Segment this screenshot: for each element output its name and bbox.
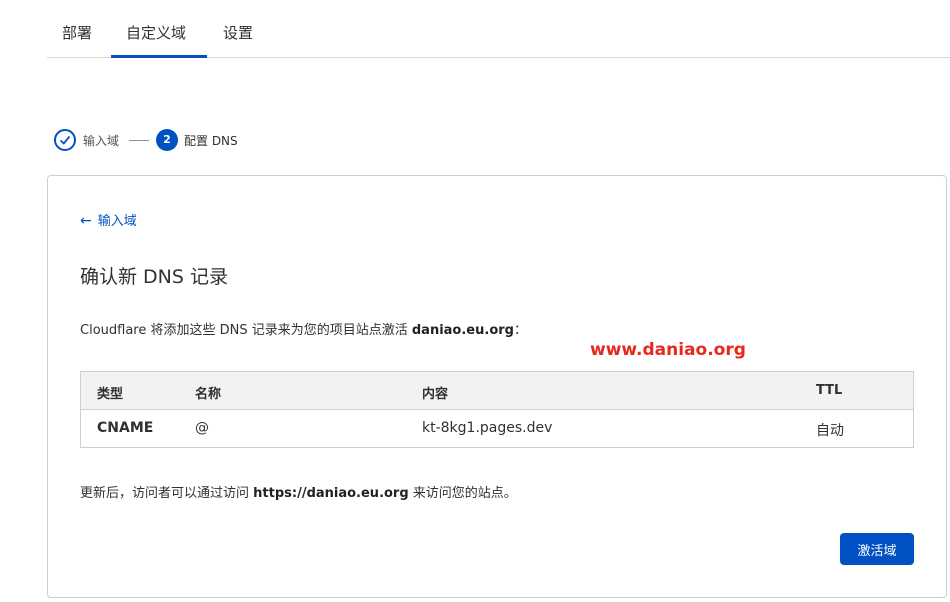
update-note: 更新后，访问者可以通过访问 https://daniao.eu.org 来访问您…	[80, 482, 517, 501]
dns-confirm-card: ← 输入域 确认新 DNS 记录 Cloudflare 将添加这些 DNS 记录来…	[47, 175, 947, 598]
tab-bar: 部署 自定义域 设置	[47, 0, 950, 58]
description: Cloudflare 将添加这些 DNS 记录来为您的项目站点激活 daniao…	[80, 319, 527, 338]
cell-type: CNAME	[97, 420, 154, 436]
description-domain: daniao.eu.org	[411, 323, 514, 338]
card-title: 确认新 DNS 记录	[80, 266, 228, 288]
note-url: https://daniao.eu.org	[253, 486, 409, 501]
step-2-number: 2	[156, 129, 178, 151]
tab-settings[interactable]: 设置	[223, 0, 253, 58]
header-type: 类型	[97, 387, 124, 402]
cell-ttl: 自动	[816, 423, 844, 439]
back-link[interactable]: ← 输入域	[80, 210, 137, 229]
active-tab-indicator	[111, 55, 207, 58]
note-prefix: 更新后，访问者可以通过访问	[80, 486, 254, 501]
tab-deploy[interactable]: 部署	[62, 0, 92, 58]
back-link-label: 输入域	[97, 214, 137, 229]
header-content: 内容	[422, 387, 449, 402]
stepper: 输入域 2 配置 DNS	[54, 129, 354, 151]
table-header: 类型 名称 内容 TTL	[81, 372, 913, 410]
step-connector	[129, 140, 149, 141]
header-ttl: TTL	[816, 383, 843, 398]
arrow-left-icon: ←	[80, 213, 92, 229]
watermark-text: www.daniao.org	[590, 340, 746, 360]
check-icon	[54, 129, 76, 151]
cell-name: @	[195, 420, 209, 436]
cell-content: kt-8kg1.pages.dev	[422, 420, 553, 436]
activate-domain-button[interactable]: 激活域	[840, 533, 914, 565]
description-prefix: Cloudflare 将添加这些 DNS 记录来为您的项目站点激活	[80, 323, 412, 338]
description-suffix: ：	[513, 323, 527, 338]
dns-records-table: 类型 名称 内容 TTL CNAME @ kt-8kg1.pages.dev 自…	[80, 371, 914, 448]
header-name: 名称	[195, 387, 222, 402]
step-2-label: 配置 DNS	[184, 134, 238, 148]
table-row: CNAME @ kt-8kg1.pages.dev 自动	[81, 410, 913, 448]
step-1-label: 输入域	[83, 134, 120, 148]
note-suffix: 来访问您的站点。	[408, 486, 517, 501]
tab-custom-domain[interactable]: 自定义域	[126, 0, 186, 58]
